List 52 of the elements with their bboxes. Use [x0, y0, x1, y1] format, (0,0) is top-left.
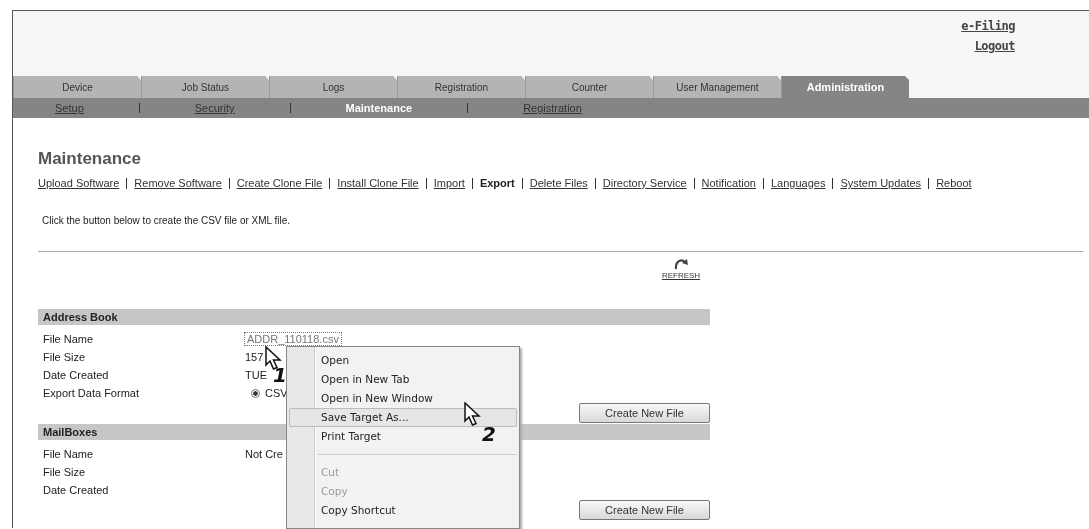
page-title: Maintenance [38, 149, 142, 169]
step-number: 1 [273, 365, 287, 385]
field-value: TUE [245, 369, 267, 381]
page-link[interactable]: System Updates [840, 177, 922, 189]
page-link[interactable]: Import [433, 177, 465, 189]
subnav-link[interactable]: Security [194, 102, 235, 114]
refresh-icon [673, 257, 689, 271]
nav-tab[interactable]: Administration [781, 76, 909, 98]
menu-item[interactable]: Print Target [289, 427, 386, 446]
subnav-link[interactable]: Registration [523, 102, 582, 114]
step-number: 2 [482, 424, 496, 444]
page-link[interactable]: Notification [701, 177, 756, 189]
nav-tab[interactable]: Counter [525, 76, 653, 98]
page-link[interactable]: Upload Software [38, 177, 120, 189]
nav-tab[interactable]: Registration [397, 76, 525, 98]
header-link[interactable]: Logout [974, 39, 1015, 53]
nav-tab[interactable]: Job Status [141, 76, 269, 98]
subnav-link[interactable]: Maintenance [345, 102, 413, 114]
field-label: File Name [43, 333, 95, 345]
field-label: Export Data Format [43, 387, 140, 399]
menu-item[interactable]: Save Target As... [289, 408, 517, 427]
menu-item[interactable]: Open in New Window [289, 389, 438, 408]
create-file-button[interactable]: Create New File [579, 500, 710, 520]
radio-button[interactable] [251, 388, 260, 398]
page-link[interactable]: Export [479, 177, 515, 189]
nav-tab[interactable]: User Management [653, 76, 781, 98]
field-label: Date Created [43, 484, 110, 496]
menu-item[interactable]: Open [289, 351, 355, 370]
page-link[interactable]: Install Clone File [337, 177, 419, 189]
page-link[interactable]: Languages [770, 177, 826, 189]
page-link[interactable]: Create Clone File [236, 177, 323, 189]
nav-tab[interactable]: Logs [269, 76, 397, 98]
header-link[interactable]: e-Filing [961, 19, 1015, 33]
field-value: 157 [245, 351, 264, 363]
section-header: Address Book [38, 309, 710, 325]
page-link[interactable]: Delete Files [529, 177, 588, 189]
page-link[interactable]: Reboot [936, 177, 972, 189]
subnav-link[interactable]: Setup [55, 102, 84, 114]
field-label: File Name [43, 448, 95, 460]
page-link[interactable]: Remove Software [134, 177, 222, 189]
nav-tab[interactable]: Device [13, 76, 141, 98]
menu-item[interactable]: Open in New Tab [289, 370, 415, 389]
menu-item[interactable]: Copy Shortcut [289, 501, 401, 520]
field-label: File Size [43, 466, 87, 478]
description-text: Click the button below to create the CSV file or XML file. [42, 215, 292, 226]
cursor-icon [464, 402, 482, 427]
file-link[interactable]: ADDR_110118.csv [245, 333, 341, 345]
page-link[interactable]: Directory Service [602, 177, 687, 189]
create-file-button[interactable]: Create New File [579, 403, 710, 423]
field-value: Not Cre [245, 448, 283, 460]
field-label: Date Created [43, 369, 110, 381]
field-label: File Size [43, 351, 87, 363]
